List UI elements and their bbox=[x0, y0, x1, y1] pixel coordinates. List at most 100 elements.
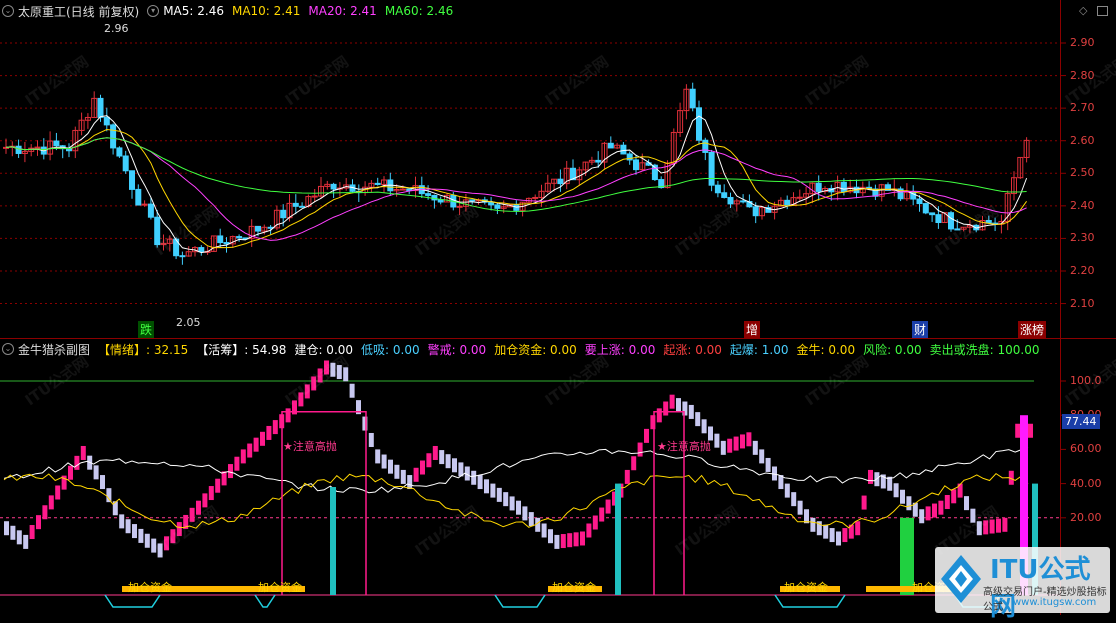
oscillator-block bbox=[746, 432, 752, 447]
candle-body bbox=[425, 193, 432, 196]
oscillator-block bbox=[36, 515, 41, 530]
oscillator-block bbox=[804, 509, 809, 524]
price-tick-label: 2.10 bbox=[1070, 296, 1095, 310]
price-chart-pane[interactable]: ⌄ 太原重工(日线 前复权) ▾ MA5: 2.46 MA10: 2.41 MA… bbox=[0, 0, 1116, 338]
oscillator-block bbox=[573, 532, 579, 547]
oscillator-block bbox=[170, 529, 176, 544]
oscillator-block bbox=[919, 509, 925, 524]
oscillator-block bbox=[868, 469, 873, 484]
oscillator-block bbox=[266, 425, 272, 440]
oscillator-block bbox=[426, 453, 432, 468]
candle-body bbox=[116, 147, 123, 157]
value-build: 建仓: 0.00 bbox=[294, 342, 354, 357]
oscillator-block bbox=[368, 432, 374, 447]
indicator-tick-label: 20.00 bbox=[1070, 510, 1102, 524]
logo-mark-icon bbox=[941, 555, 981, 603]
oscillator-block bbox=[765, 457, 771, 472]
oscillator-block bbox=[836, 531, 841, 546]
oscillator-block bbox=[228, 464, 233, 479]
value-will-rise: 要上涨: 0.00 bbox=[584, 342, 656, 357]
candlestick-chart[interactable] bbox=[0, 0, 1116, 338]
oscillator-block bbox=[189, 507, 195, 522]
oscillator-block bbox=[669, 394, 675, 409]
oscillator-block bbox=[983, 520, 989, 535]
low-buy-marker bbox=[104, 594, 161, 608]
oscillator-block bbox=[285, 408, 291, 423]
oscillator-block bbox=[791, 492, 797, 507]
collapse-icon[interactable]: ⌄ bbox=[2, 5, 14, 17]
oscillator-block bbox=[260, 431, 265, 446]
oscillator-block bbox=[663, 401, 669, 416]
oscillator-block bbox=[196, 500, 201, 515]
pane-controls[interactable]: ◇ bbox=[1079, 4, 1108, 17]
oscillator-block bbox=[580, 531, 585, 546]
value-breakout: 起爆: 1.00 bbox=[729, 342, 789, 357]
indicator-title[interactable]: 金牛猎杀副图 bbox=[18, 341, 90, 358]
oscillator-block bbox=[343, 367, 349, 382]
oscillator-block bbox=[496, 487, 502, 502]
dropdown-icon[interactable]: ▾ bbox=[147, 5, 160, 17]
oscillator-block bbox=[29, 525, 35, 540]
candle-body bbox=[311, 195, 318, 198]
oscillator-block bbox=[944, 495, 950, 509]
candle-body bbox=[15, 145, 22, 154]
oscillator-block bbox=[215, 478, 221, 493]
restore-icon[interactable] bbox=[1097, 6, 1108, 16]
oscillator-block bbox=[528, 512, 534, 527]
oscillator-block bbox=[695, 412, 701, 427]
stock-title[interactable]: 太原重工(日线 前复权) bbox=[18, 3, 139, 20]
oscillator-block bbox=[445, 454, 451, 469]
high-price-marker: 2.96 bbox=[104, 22, 129, 35]
oscillator-block bbox=[93, 465, 99, 480]
oscillator-block bbox=[311, 376, 317, 391]
candle-body bbox=[840, 181, 847, 193]
fund-label-3: 加仓资金 bbox=[552, 581, 596, 594]
event-marker-top-gainers[interactable]: 涨榜 bbox=[1018, 321, 1047, 338]
candle-body bbox=[330, 183, 337, 190]
oscillator-block bbox=[272, 420, 278, 435]
oscillator-block bbox=[503, 492, 509, 507]
candle-body bbox=[469, 199, 476, 202]
candle-body bbox=[292, 202, 299, 207]
oscillator-block bbox=[1028, 423, 1033, 438]
candle-body bbox=[280, 209, 287, 219]
value-add-funds: 加仓资金: 0.00 bbox=[494, 342, 577, 357]
oscillator-block bbox=[10, 525, 16, 540]
oscillator-block bbox=[855, 521, 861, 536]
breakout-bar bbox=[330, 487, 336, 595]
oscillator-block bbox=[304, 384, 310, 399]
oscillator-block bbox=[176, 522, 182, 537]
ma20-label: MA20: 2.41 bbox=[308, 4, 377, 18]
oscillator-block bbox=[125, 519, 131, 534]
high-sell-note-1: ★注意高抛 bbox=[283, 440, 337, 453]
oscillator-block bbox=[810, 517, 816, 532]
candle-body bbox=[922, 203, 929, 214]
candle-body bbox=[595, 159, 602, 163]
candle-body bbox=[255, 225, 261, 232]
oscillator-block bbox=[407, 475, 413, 490]
candle-body bbox=[513, 204, 520, 211]
oscillator-block bbox=[208, 486, 214, 501]
oscillator-block bbox=[42, 505, 48, 520]
event-marker-finance[interactable]: 财 bbox=[912, 321, 929, 338]
oscillator-block bbox=[720, 440, 726, 455]
indicator-pane[interactable]: ⌄ 金牛猎杀副图 【情绪】: 32.15 【活筹】: 54.98 建仓: 0.0… bbox=[0, 339, 1116, 622]
low-buy-marker bbox=[254, 594, 276, 608]
oscillator-block bbox=[80, 445, 86, 460]
candle-body bbox=[299, 205, 306, 208]
event-marker-increase[interactable]: 增 bbox=[744, 321, 761, 338]
diamond-icon[interactable]: ◇ bbox=[1079, 4, 1087, 17]
oscillator-block bbox=[893, 483, 899, 498]
candle-body bbox=[135, 188, 142, 206]
candle-body bbox=[97, 97, 104, 118]
oscillator-block bbox=[900, 489, 905, 504]
oscillator-block bbox=[637, 442, 643, 457]
oscillator-block bbox=[119, 514, 125, 529]
oscillator-block bbox=[522, 506, 528, 521]
oscillator-block bbox=[842, 528, 848, 543]
oscillator-block bbox=[1002, 517, 1008, 532]
event-marker-fall[interactable]: 跌 bbox=[138, 321, 155, 338]
fund-label-1: 加仓资金 bbox=[128, 581, 172, 594]
collapse-icon[interactable]: ⌄ bbox=[2, 343, 14, 355]
oscillator-block bbox=[317, 368, 323, 383]
